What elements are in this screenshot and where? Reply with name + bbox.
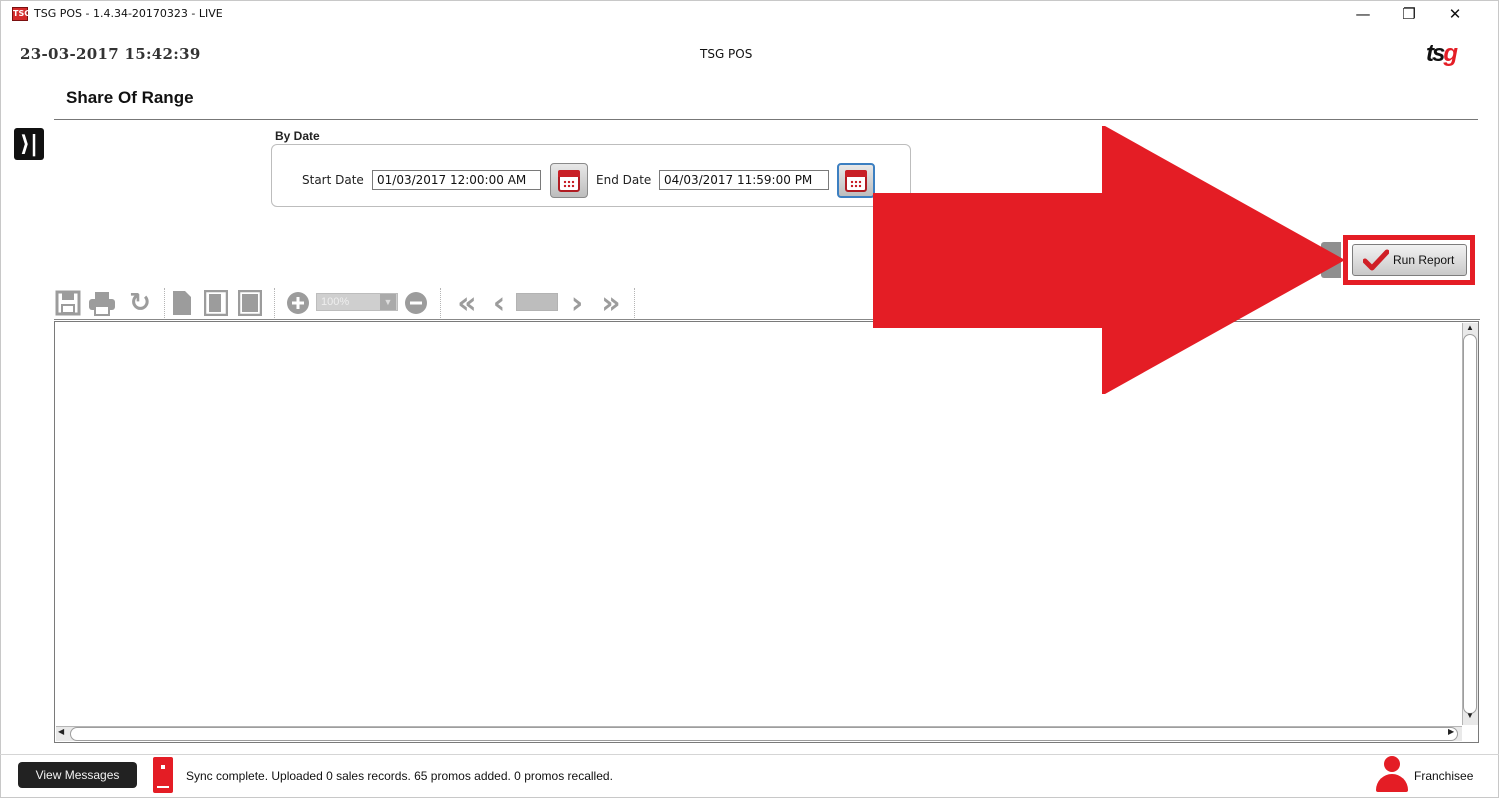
- scroll-down-icon[interactable]: ▼: [1464, 711, 1476, 723]
- user-body: [1376, 774, 1408, 792]
- sync-status-icon: [153, 757, 173, 793]
- page-title: Share Of Range: [66, 88, 194, 107]
- end-date-calendar-button[interactable]: [837, 163, 875, 198]
- chevron-down-icon[interactable]: ▼: [380, 294, 396, 310]
- user-role-label: Franchisee: [1414, 769, 1474, 783]
- logo-accent: g: [1443, 40, 1458, 67]
- toolbar-separator: [440, 288, 441, 318]
- sync-status-text: Sync complete. Uploaded 0 sales records.…: [186, 769, 613, 783]
- current-datetime: 23-03-2017 15:42:39: [20, 45, 201, 63]
- vertical-scroll-thumb[interactable]: [1463, 334, 1477, 714]
- whole-page-icon[interactable]: [236, 288, 264, 318]
- status-divider: [0, 754, 1499, 755]
- by-date-group-label: By Date: [275, 129, 320, 143]
- start-date-input[interactable]: [372, 170, 541, 190]
- toolbar-separator: [634, 288, 635, 318]
- app-name: TSG POS: [700, 47, 753, 61]
- view-messages-button[interactable]: View Messages: [18, 762, 137, 788]
- run-report-highlight: [1343, 235, 1475, 285]
- logo-text: ts: [1426, 40, 1445, 67]
- window-title: TSG POS - 1.4.34-20170323 - LIVE: [34, 7, 223, 20]
- sidebar-expand-icon[interactable]: ⟩|: [14, 128, 44, 160]
- start-date-calendar-button[interactable]: [550, 163, 588, 198]
- scroll-up-icon[interactable]: ▲: [1464, 323, 1476, 335]
- print-icon[interactable]: [86, 288, 118, 318]
- page-number-input[interactable]: [516, 293, 558, 311]
- restore-button[interactable]: ❐: [1386, 0, 1432, 28]
- scroll-left-icon[interactable]: ◀: [58, 727, 70, 739]
- last-page-icon[interactable]: »: [594, 286, 628, 321]
- close-button[interactable]: ✕: [1432, 0, 1478, 28]
- calendar-icon: [845, 169, 867, 192]
- page-icon[interactable]: [170, 288, 194, 318]
- refresh-icon[interactable]: ↻: [122, 288, 158, 318]
- save-icon[interactable]: [54, 288, 82, 318]
- tsg-logo: tsg: [1426, 40, 1458, 68]
- zoom-in-icon[interactable]: [284, 288, 312, 318]
- toolbar-separator: [164, 288, 165, 318]
- end-date-label: End Date: [596, 173, 652, 187]
- prev-page-icon[interactable]: ‹: [488, 286, 510, 321]
- app-icon: TSG: [12, 7, 31, 21]
- user-head: [1384, 756, 1400, 772]
- next-page-icon[interactable]: ›: [566, 286, 588, 321]
- end-date-input[interactable]: [659, 170, 829, 190]
- toolbar-separator: [274, 288, 275, 318]
- page-width-icon[interactable]: [202, 288, 230, 318]
- title-divider: [54, 119, 1478, 120]
- start-date-label: Start Date: [302, 173, 364, 187]
- user-icon[interactable]: [1376, 756, 1408, 792]
- first-page-icon[interactable]: «: [450, 286, 484, 321]
- title-bar: TSG TSG POS - 1.4.34-20170323 - LIVE — ❐…: [0, 0, 1499, 28]
- minimize-button[interactable]: —: [1340, 0, 1386, 28]
- horizontal-scroll-thumb[interactable]: [70, 727, 1458, 741]
- calendar-icon: [558, 169, 580, 192]
- zoom-out-icon[interactable]: [402, 288, 430, 318]
- scroll-right-icon[interactable]: ▶: [1448, 727, 1460, 739]
- annotation-arrow-icon: [873, 126, 1344, 394]
